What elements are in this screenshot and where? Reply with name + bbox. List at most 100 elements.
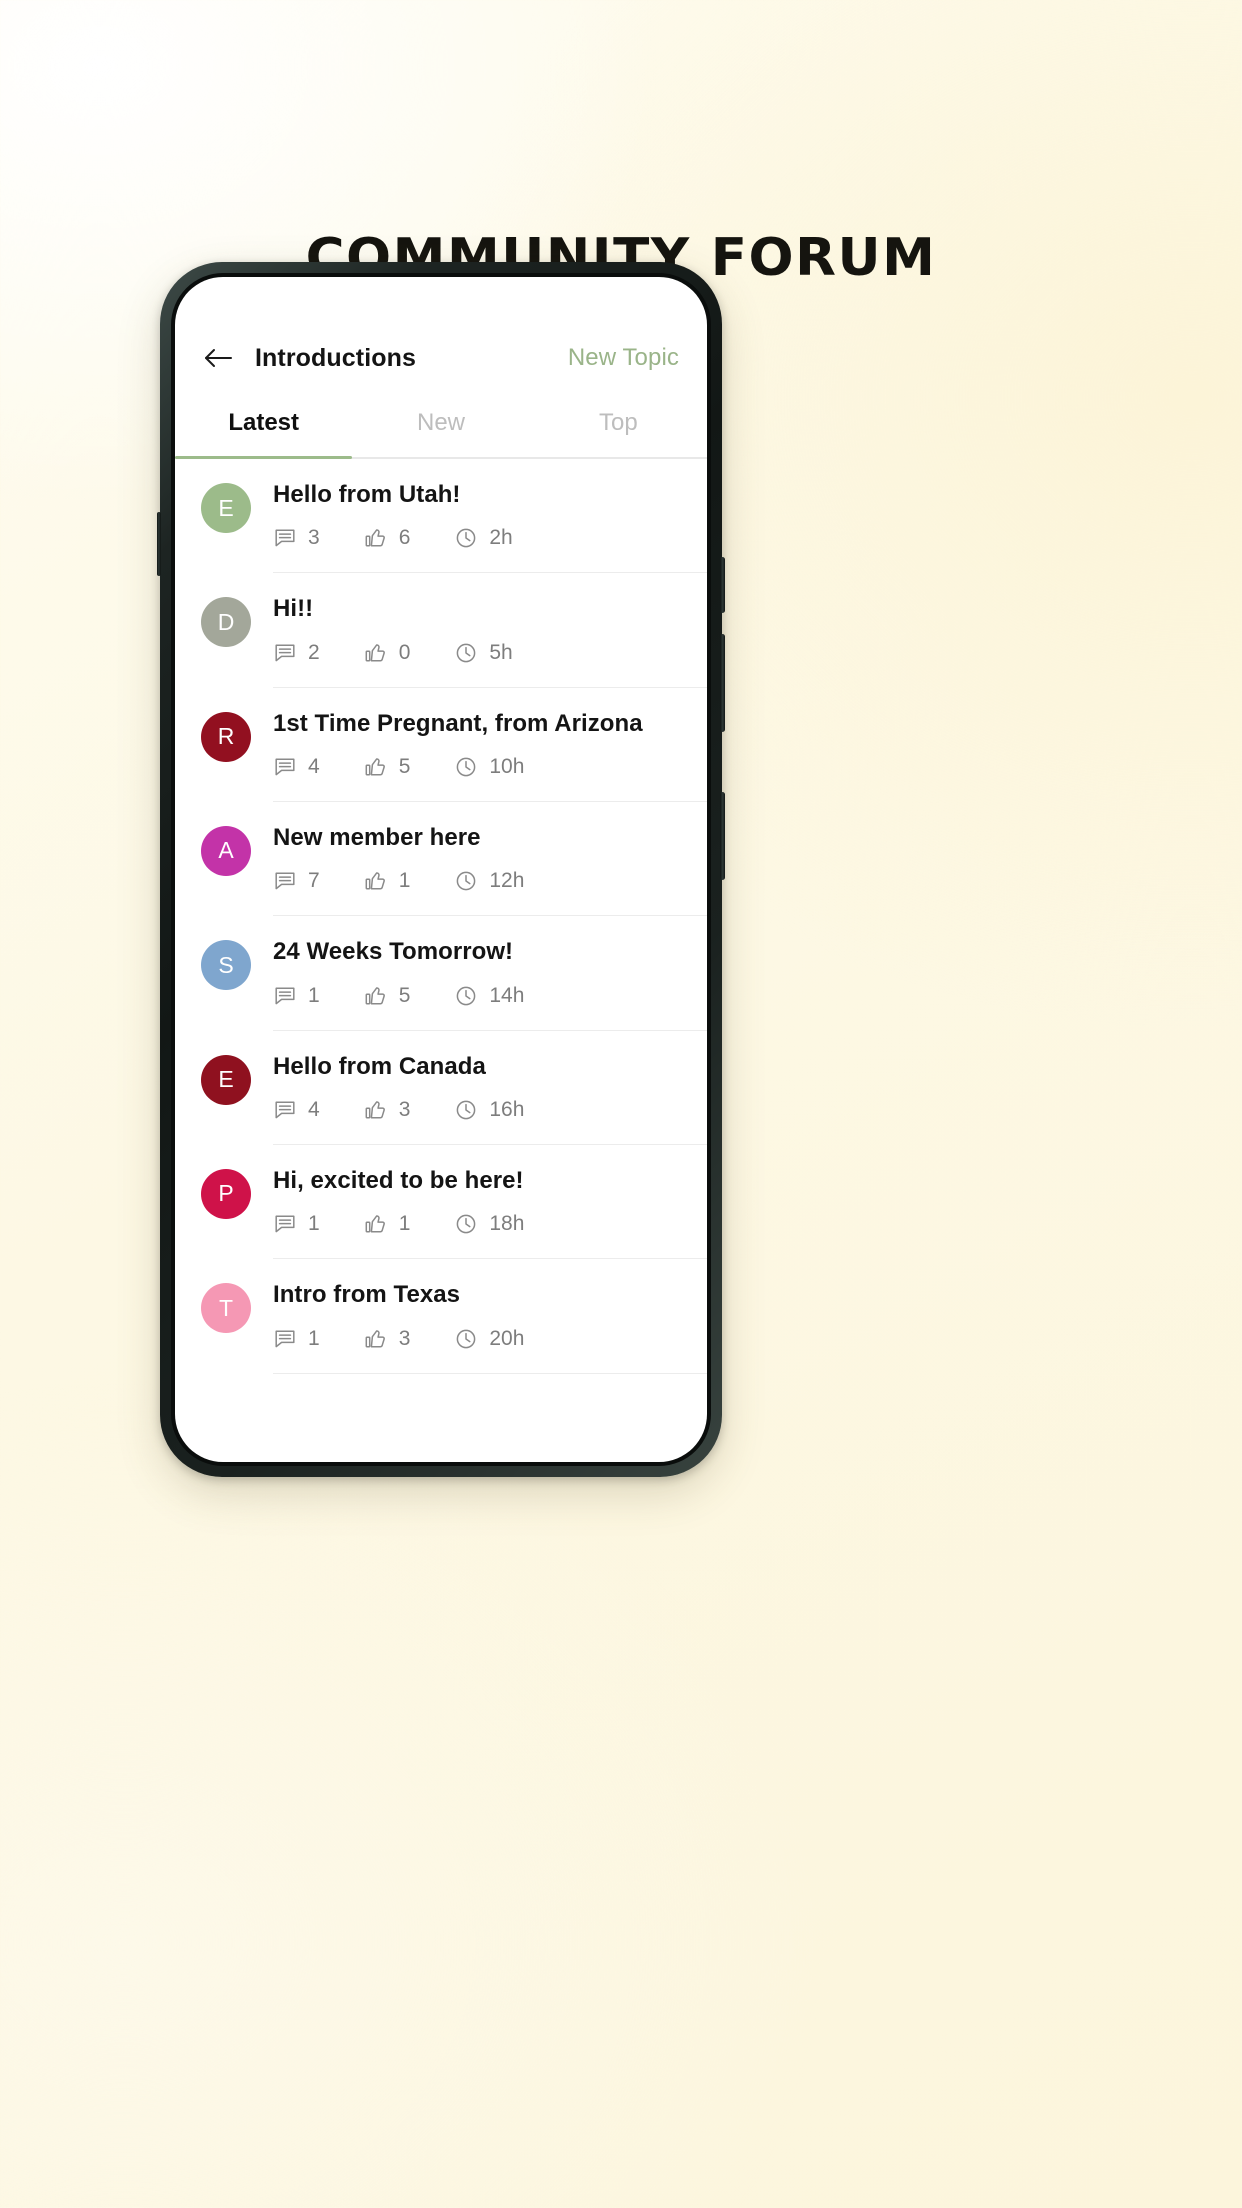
thumbs-up-icon bbox=[364, 755, 388, 779]
comment-count[interactable]: 3 bbox=[273, 526, 320, 550]
new-topic-button[interactable]: New Topic bbox=[568, 344, 681, 372]
thumbs-up-icon bbox=[364, 1098, 388, 1122]
comment-count[interactable]: 4 bbox=[273, 1098, 320, 1122]
topic-body: Hi!! 2 0 5h bbox=[251, 595, 707, 688]
time-ago: 2h bbox=[454, 526, 513, 550]
comment-count-value: 7 bbox=[308, 869, 320, 893]
topic-list-item[interactable]: S 24 Weeks Tomorrow! 1 5 14h bbox=[175, 916, 707, 1031]
topic-list-item[interactable]: D Hi!! 2 0 5h bbox=[175, 573, 707, 688]
comment-count-value: 2 bbox=[308, 640, 320, 664]
time-ago-value: 20h bbox=[489, 1326, 525, 1350]
like-count[interactable]: 5 bbox=[364, 754, 411, 779]
comment-icon bbox=[273, 1098, 297, 1122]
topic-list-item[interactable]: E Hello from Utah! 3 6 2h bbox=[175, 459, 707, 574]
comment-icon bbox=[273, 869, 297, 893]
comment-count-value: 3 bbox=[308, 526, 320, 550]
clock-icon bbox=[454, 1212, 478, 1236]
topic-body: Intro from Texas 1 3 20h bbox=[251, 1281, 707, 1374]
avatar: T bbox=[201, 1283, 251, 1334]
avatar: P bbox=[201, 1168, 251, 1219]
topic-title: Hi, excited to be here! bbox=[273, 1166, 524, 1194]
comment-icon bbox=[273, 1212, 297, 1236]
comment-count[interactable]: 1 bbox=[273, 1327, 320, 1351]
comment-count-value: 4 bbox=[308, 1097, 320, 1121]
topic-list: E Hello from Utah! 3 6 2h D Hi!! 2 0 5h … bbox=[175, 459, 707, 1374]
clock-icon bbox=[454, 984, 478, 1008]
phone-volume-up-button[interactable] bbox=[720, 557, 725, 613]
topic-meta: 3 6 2h bbox=[273, 526, 707, 574]
comment-count-value: 4 bbox=[308, 754, 320, 778]
thumbs-up-icon bbox=[364, 641, 388, 665]
arrow-left-icon[interactable] bbox=[201, 341, 235, 375]
comment-icon bbox=[273, 641, 297, 665]
topic-body: 24 Weeks Tomorrow! 1 5 14h bbox=[251, 938, 707, 1031]
like-count-value: 1 bbox=[398, 1212, 411, 1236]
topic-list-item[interactable]: E Hello from Canada 4 3 16h bbox=[175, 1031, 707, 1145]
thumbs-up-icon bbox=[364, 984, 388, 1008]
like-count[interactable]: 1 bbox=[364, 869, 411, 893]
topic-meta: 2 0 5h bbox=[273, 641, 707, 688]
comment-count[interactable]: 1 bbox=[273, 1212, 320, 1236]
topic-body: Hi, excited to be here! 1 1 18h bbox=[251, 1166, 707, 1260]
app-header: Introductions New Topic bbox=[175, 277, 707, 381]
topic-list-item[interactable]: R 1st Time Pregnant, from Arizona 4 5 10… bbox=[175, 688, 707, 802]
like-count[interactable]: 5 bbox=[364, 984, 410, 1008]
comment-count[interactable]: 1 bbox=[273, 984, 320, 1008]
tab-new[interactable]: New bbox=[352, 409, 529, 457]
comment-count[interactable]: 4 bbox=[273, 755, 320, 779]
topic-title: Hello from Utah! bbox=[273, 481, 461, 508]
avatar: R bbox=[201, 711, 251, 762]
comment-count-value: 1 bbox=[308, 1326, 320, 1350]
phone-mockup: Introductions New Topic Latest New Top E… bbox=[157, 262, 725, 1477]
time-ago: 20h bbox=[454, 1327, 524, 1351]
like-count[interactable]: 3 bbox=[364, 1097, 411, 1122]
time-ago-value: 16h bbox=[489, 1097, 525, 1121]
time-ago: 10h bbox=[454, 755, 524, 779]
topic-body: Hello from Canada 4 3 16h bbox=[251, 1053, 707, 1145]
like-count[interactable]: 0 bbox=[364, 640, 411, 665]
avatar: E bbox=[201, 1054, 251, 1105]
like-count-value: 0 bbox=[398, 640, 411, 664]
time-ago: 14h bbox=[454, 984, 524, 1008]
time-ago: 12h bbox=[454, 869, 524, 893]
time-ago-value: 12h bbox=[489, 869, 525, 893]
tab-latest[interactable]: Latest bbox=[175, 409, 352, 457]
like-count-value: 3 bbox=[398, 1326, 411, 1350]
comment-count[interactable]: 2 bbox=[273, 641, 320, 665]
thumbs-up-icon bbox=[364, 1212, 388, 1236]
like-count-value: 3 bbox=[398, 1097, 411, 1121]
like-count[interactable]: 6 bbox=[364, 526, 410, 550]
time-ago-value: 2h bbox=[489, 526, 513, 550]
topic-meta: 1 1 18h bbox=[273, 1212, 707, 1260]
clock-icon bbox=[454, 755, 478, 779]
like-count-value: 1 bbox=[398, 869, 411, 893]
like-count-value: 5 bbox=[398, 754, 411, 778]
time-ago: 18h bbox=[454, 1212, 524, 1236]
comment-count[interactable]: 7 bbox=[273, 869, 320, 893]
phone-left-button[interactable] bbox=[157, 512, 161, 576]
topic-list-item[interactable]: T Intro from Texas 1 3 20h bbox=[175, 1259, 707, 1374]
topic-title: 1st Time Pregnant, from Arizona bbox=[273, 709, 643, 737]
screen-title: Introductions bbox=[255, 343, 417, 372]
topic-title: Hi!! bbox=[273, 595, 314, 623]
topic-body: 1st Time Pregnant, from Arizona 4 5 10h bbox=[251, 710, 707, 802]
topic-list-item[interactable]: P Hi, excited to be here! 1 1 18h bbox=[175, 1145, 707, 1260]
phone-volume-down-button[interactable] bbox=[720, 634, 725, 732]
avatar: E bbox=[201, 483, 251, 533]
tab-bar: Latest New Top bbox=[175, 409, 707, 457]
topic-meta: 4 5 10h bbox=[273, 755, 707, 802]
clock-icon bbox=[454, 869, 478, 893]
phone-bezel: Introductions New Topic Latest New Top E… bbox=[171, 273, 711, 1466]
topic-body: New member here 7 1 12h bbox=[251, 824, 707, 917]
like-count[interactable]: 3 bbox=[364, 1326, 411, 1351]
tab-top[interactable]: Top bbox=[530, 409, 707, 457]
phone-power-button[interactable] bbox=[720, 792, 725, 880]
time-ago-value: 18h bbox=[489, 1212, 525, 1236]
comment-count-value: 1 bbox=[308, 1212, 320, 1236]
comment-icon bbox=[273, 1327, 297, 1351]
thumbs-up-icon bbox=[364, 526, 388, 550]
topic-list-item[interactable]: A New member here 7 1 12h bbox=[175, 802, 707, 917]
topic-meta: 7 1 12h bbox=[273, 869, 707, 917]
clock-icon bbox=[454, 1098, 478, 1122]
like-count[interactable]: 1 bbox=[364, 1212, 411, 1236]
